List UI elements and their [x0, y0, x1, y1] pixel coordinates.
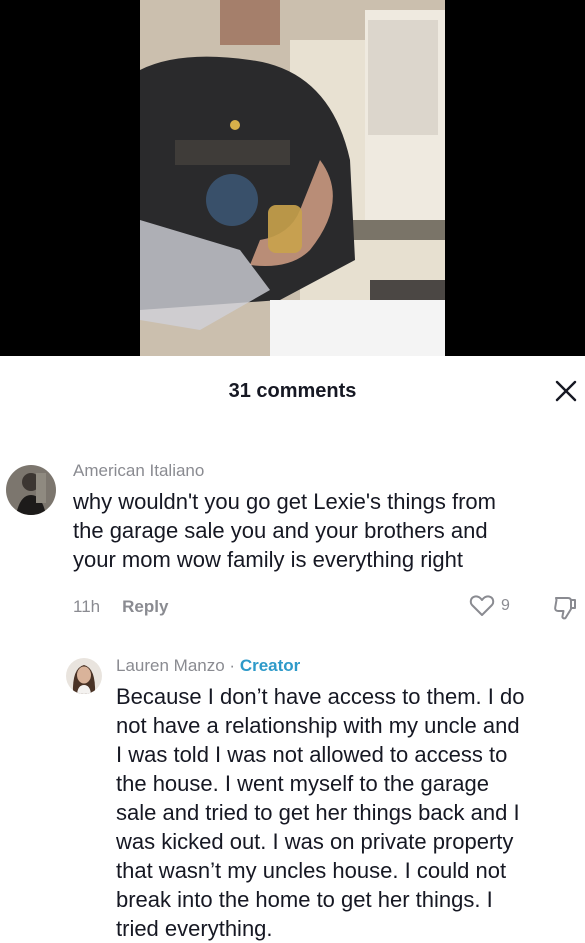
thumbs-down-icon — [554, 597, 576, 620]
video-frame — [140, 0, 445, 356]
avatar[interactable] — [6, 465, 56, 515]
reply-button[interactable]: Reply — [122, 597, 168, 616]
reply-text-line: sale and tried to get her things back an… — [116, 800, 520, 825]
user-avatar-image — [6, 465, 56, 515]
comment-time: 11h — [73, 597, 101, 616]
creator-avatar-image — [66, 658, 102, 694]
reply-text-line: the house. I went myself to the garage — [116, 771, 490, 796]
avatar[interactable] — [66, 658, 102, 694]
video-still — [140, 0, 445, 356]
reply-text-line: was kicked out. I was on private propert… — [116, 829, 514, 854]
comment-text-line: your mom wow family is everything right — [73, 547, 464, 572]
dislike-button[interactable] — [553, 595, 577, 626]
reply-text-line: not have a relationship with my uncle an… — [116, 713, 520, 738]
creator-badge: Creator — [239, 656, 301, 675]
video-player[interactable] — [0, 0, 585, 356]
heart-outline-icon — [469, 595, 495, 616]
reply-text: Because I don’t have access to them. I d… — [116, 682, 581, 943]
comment-text: why wouldn't you go get Lexie's things f… — [73, 487, 578, 574]
comments-header: 31 comments — [0, 356, 585, 426]
reply-username[interactable]: Lauren Manzo — [116, 656, 225, 675]
reply-text-line: break into the home to get her things. I — [116, 887, 493, 912]
separator-dot: · — [229, 656, 236, 675]
reply-text-line: Because I don’t have access to them. I d… — [116, 684, 525, 709]
reply-text-line: that wasn’t my uncles house. I could not — [116, 858, 507, 883]
comments-count: 31 comments — [228, 380, 357, 402]
reply-username-line: Lauren Manzo · Creator — [116, 656, 300, 676]
like-button[interactable]: 9 — [469, 594, 510, 618]
reply-item: Lauren Manzo · Creator Because I don’t h… — [0, 650, 585, 942]
reply-text-line: tried everything. — [116, 916, 273, 941]
comment-item: American Italiano why wouldn't you go ge… — [0, 455, 585, 635]
comment-text-line: why wouldn't you go get Lexie's things f… — [73, 489, 496, 514]
like-count: 9 — [501, 597, 510, 614]
comment-meta: 11h Reply — [73, 597, 168, 617]
close-button[interactable] — [553, 378, 579, 404]
comment-text-line: the garage sale you and your brothers an… — [73, 518, 488, 543]
close-icon — [555, 380, 577, 402]
comment-username[interactable]: American Italiano — [73, 461, 204, 481]
reply-text-line: I was told I was not allowed to access t… — [116, 742, 508, 767]
